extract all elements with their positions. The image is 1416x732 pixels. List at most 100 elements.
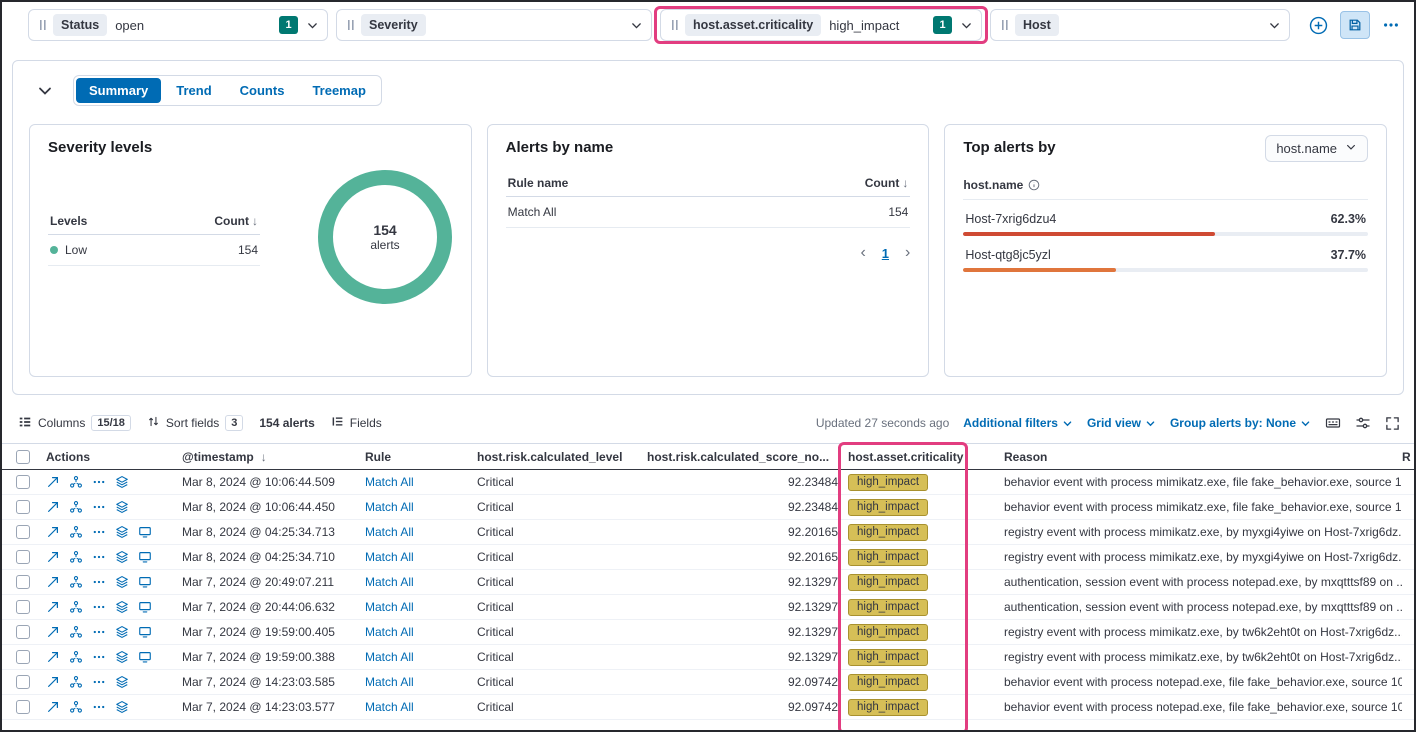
header-criticality[interactable]: host.asset.criticality <box>840 450 1000 464</box>
more-actions-icon[interactable] <box>92 550 106 564</box>
sort-fields-button[interactable]: Sort fields 3 <box>147 415 243 431</box>
column-header-count[interactable]: Count↓ <box>865 176 909 190</box>
header-rule[interactable]: Rule <box>359 450 471 464</box>
rule-link[interactable]: Match All <box>359 475 471 489</box>
reason-cell[interactable]: registry event with process mimikatz.exe… <box>1000 625 1402 639</box>
reason-cell[interactable]: behavior event with process notepad.exe,… <box>1000 700 1402 714</box>
columns-button[interactable]: Columns 15/18 <box>18 415 131 432</box>
expand-alert-icon[interactable] <box>46 675 60 689</box>
reason-cell[interactable]: behavior event with process mimikatz.exe… <box>1000 475 1402 489</box>
event-monitor-icon[interactable] <box>138 525 152 539</box>
expand-alert-icon[interactable] <box>46 575 60 589</box>
column-header-count[interactable]: Count↓ <box>214 214 258 228</box>
row-checkbox[interactable] <box>16 550 30 564</box>
expand-alert-icon[interactable] <box>46 525 60 539</box>
session-view-icon[interactable] <box>115 525 129 539</box>
more-actions-icon[interactable] <box>92 625 106 639</box>
analyzer-icon[interactable] <box>69 650 83 664</box>
additional-filters-button[interactable]: Additional filters <box>963 416 1073 430</box>
more-actions-icon[interactable] <box>92 525 106 539</box>
expand-alert-icon[interactable] <box>46 625 60 639</box>
reason-cell[interactable]: registry event with process mimikatz.exe… <box>1000 550 1402 564</box>
column-header-rule-name[interactable]: Rule name <box>508 176 569 190</box>
session-view-icon[interactable] <box>115 550 129 564</box>
row-checkbox[interactable] <box>16 625 30 639</box>
row-checkbox[interactable] <box>16 525 30 539</box>
more-actions-icon[interactable] <box>92 650 106 664</box>
row-checkbox[interactable] <box>16 675 30 689</box>
fullscreen-icon[interactable] <box>1385 416 1400 431</box>
reason-cell[interactable]: registry event with process mimikatz.exe… <box>1000 525 1402 539</box>
session-view-icon[interactable] <box>115 675 129 689</box>
filter-host[interactable]: Host <box>990 9 1290 41</box>
more-actions-icon[interactable] <box>92 575 106 589</box>
previous-page-icon[interactable]: ‹ <box>860 244 865 262</box>
analyzer-icon[interactable] <box>69 700 83 714</box>
session-view-icon[interactable] <box>115 600 129 614</box>
analyzer-icon[interactable] <box>69 475 83 489</box>
page-number[interactable]: 1 <box>882 246 889 261</box>
row-checkbox[interactable] <box>16 575 30 589</box>
session-view-icon[interactable] <box>115 650 129 664</box>
more-actions-icon[interactable] <box>92 700 106 714</box>
group-alerts-by-button[interactable]: Group alerts by: None <box>1170 416 1311 430</box>
tab-trend[interactable]: Trend <box>163 78 224 103</box>
analyzer-icon[interactable] <box>69 675 83 689</box>
filter-host-asset-criticality[interactable]: host.asset.criticality high_impact 1 <box>660 9 982 41</box>
more-actions-icon[interactable] <box>92 675 106 689</box>
header-reason[interactable]: Reason <box>1000 450 1402 464</box>
tab-treemap[interactable]: Treemap <box>299 78 378 103</box>
event-monitor-icon[interactable] <box>138 550 152 564</box>
rule-link[interactable]: Match All <box>359 625 471 639</box>
row-checkbox[interactable] <box>16 650 30 664</box>
filter-severity[interactable]: Severity <box>336 9 652 41</box>
expand-alert-icon[interactable] <box>46 500 60 514</box>
rule-link[interactable]: Match All <box>359 600 471 614</box>
reason-cell[interactable]: registry event with process mimikatz.exe… <box>1000 650 1402 664</box>
rule-link[interactable]: Match All <box>359 575 471 589</box>
display-options-icon[interactable] <box>1355 415 1371 431</box>
session-view-icon[interactable] <box>115 625 129 639</box>
header-risk-level[interactable]: host.risk.calculated_level <box>471 450 641 464</box>
more-options-icon[interactable] <box>1382 16 1400 34</box>
expand-alert-icon[interactable] <box>46 650 60 664</box>
reason-cell[interactable]: behavior event with process notepad.exe,… <box>1000 675 1402 689</box>
row-checkbox[interactable] <box>16 500 30 514</box>
analyzer-icon[interactable] <box>69 600 83 614</box>
analyzer-icon[interactable] <box>69 525 83 539</box>
analyzer-icon[interactable] <box>69 500 83 514</box>
expand-alert-icon[interactable] <box>46 550 60 564</box>
analyzer-icon[interactable] <box>69 625 83 639</box>
add-filter-icon[interactable] <box>1309 16 1328 35</box>
event-monitor-icon[interactable] <box>138 650 152 664</box>
row-checkbox[interactable] <box>16 600 30 614</box>
rule-link[interactable]: Match All <box>359 500 471 514</box>
header-timestamp[interactable]: @timestamp↓ <box>172 450 359 464</box>
keyboard-shortcuts-icon[interactable] <box>1325 415 1341 431</box>
tab-counts[interactable]: Counts <box>227 78 298 103</box>
more-actions-icon[interactable] <box>92 600 106 614</box>
event-monitor-icon[interactable] <box>138 575 152 589</box>
header-risk-score[interactable]: host.risk.calculated_score_no... <box>641 450 840 464</box>
analyzer-icon[interactable] <box>69 550 83 564</box>
more-actions-icon[interactable] <box>92 500 106 514</box>
event-monitor-icon[interactable] <box>138 600 152 614</box>
select-all-checkbox[interactable] <box>16 450 30 464</box>
grid-view-button[interactable]: Grid view <box>1087 416 1156 430</box>
row-checkbox[interactable] <box>16 700 30 714</box>
analyzer-icon[interactable] <box>69 575 83 589</box>
session-view-icon[interactable] <box>115 575 129 589</box>
next-page-icon[interactable]: › <box>905 244 910 262</box>
event-monitor-icon[interactable] <box>138 625 152 639</box>
rule-link[interactable]: Match All <box>359 525 471 539</box>
top-alerts-field-select[interactable]: host.name <box>1265 135 1368 162</box>
rule-link[interactable]: Match All <box>359 550 471 564</box>
session-view-icon[interactable] <box>115 700 129 714</box>
reason-cell[interactable]: authentication, session event with proce… <box>1000 600 1402 614</box>
rule-link[interactable]: Match All <box>359 675 471 689</box>
more-actions-icon[interactable] <box>92 475 106 489</box>
reason-cell[interactable]: behavior event with process mimikatz.exe… <box>1000 500 1402 514</box>
expand-alert-icon[interactable] <box>46 700 60 714</box>
session-view-icon[interactable] <box>115 475 129 489</box>
session-view-icon[interactable] <box>115 500 129 514</box>
